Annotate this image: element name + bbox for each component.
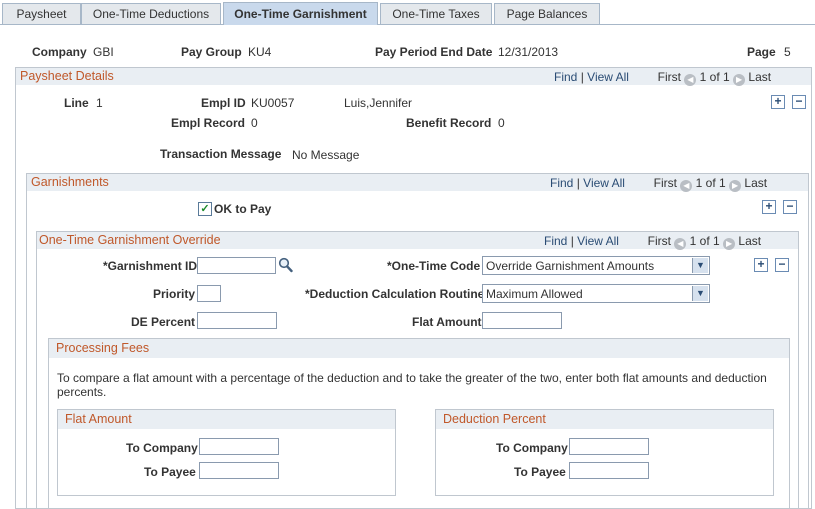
find-link[interactable]: Find — [544, 234, 567, 248]
view-all-link[interactable]: View All — [577, 234, 619, 248]
last-label: Last — [738, 234, 762, 248]
garnishments-nav: Find | View All First ◀ 1 of 1 ▶ Last — [550, 176, 768, 192]
last-label: Last — [748, 70, 772, 84]
garnishments-header: Garnishments Find | View All First ◀ 1 o… — [27, 174, 808, 192]
transaction-message-value: No Message — [292, 148, 360, 162]
find-link[interactable]: Find — [550, 176, 573, 190]
deduction-calc-routine-label: *Deduction Calculation Routine — [305, 287, 485, 301]
one-time-code-label: *One-Time Code — [387, 259, 481, 273]
priority-label: Priority — [153, 287, 196, 301]
line-label: Line — [64, 96, 89, 110]
de-percent-label: DE Percent — [131, 315, 196, 329]
pct-to-company-label: To Company — [496, 441, 568, 455]
flat-to-company-input[interactable] — [199, 438, 279, 455]
next-row-icon[interactable]: ▶ — [729, 180, 742, 192]
first-label: First — [657, 70, 681, 84]
priority-input[interactable] — [197, 285, 221, 302]
garnishments-title: Garnishments — [31, 175, 109, 189]
add-row-button[interactable]: + — [771, 95, 785, 109]
delete-garnishment-button[interactable]: − — [783, 200, 797, 214]
one-time-code-dropdown[interactable]: Override Garnishment Amounts ▼ — [482, 256, 710, 275]
page-tab-bar: Paysheet One-Time Deductions One-Time Ga… — [0, 0, 815, 25]
processing-fees-title: Processing Fees — [56, 341, 150, 355]
delete-override-button[interactable]: − — [775, 258, 789, 272]
next-row-icon[interactable]: ▶ — [733, 74, 746, 86]
previous-row-icon[interactable]: ◀ — [674, 238, 687, 250]
tab-paysheet[interactable]: Paysheet — [2, 3, 81, 24]
paysheet-nav: Find | View All First ◀ 1 of 1 ▶ Last — [554, 70, 772, 86]
flat-to-payee-label: To Payee — [144, 465, 196, 479]
view-all-link[interactable]: View All — [583, 176, 625, 190]
pay-period-end-value: 12/31/2013 — [498, 45, 559, 59]
last-label: Last — [744, 176, 768, 190]
tab-one-time-garnishment[interactable]: One-Time Garnishment — [223, 2, 378, 25]
page-number-value: 5 — [784, 45, 791, 59]
row-count: 1 of 1 — [699, 70, 730, 84]
deduction-calc-routine-value: Maximum Allowed — [486, 287, 583, 301]
deduction-percent-title: Deduction Percent — [443, 412, 546, 426]
deduction-percent-header: Deduction Percent — [436, 410, 773, 429]
garnishment-override-title: One-Time Garnishment Override — [39, 233, 221, 247]
row-count: 1 of 1 — [689, 234, 720, 248]
first-label: First — [647, 234, 671, 248]
pct-to-payee-input[interactable] — [569, 462, 649, 479]
flat-to-payee-input[interactable] — [199, 462, 279, 479]
empl-id-value: KU0057 — [251, 96, 295, 110]
employee-name: Luis,Jennifer — [344, 96, 413, 110]
tab-one-time-deductions[interactable]: One-Time Deductions — [81, 3, 221, 24]
transaction-message-label: Transaction Message — [160, 147, 282, 161]
tab-page-balances[interactable]: Page Balances — [494, 3, 600, 24]
pct-to-payee-label: To Payee — [514, 465, 566, 479]
override-nav: Find | View All First ◀ 1 of 1 ▶ Last — [544, 234, 762, 250]
ok-to-pay-label: OK to Pay — [214, 202, 272, 216]
flat-amount-header: Flat Amount — [58, 410, 395, 429]
flat-amount-title: Flat Amount — [65, 412, 132, 426]
delete-row-button[interactable]: − — [792, 95, 806, 109]
pay-period-end-label: Pay Period End Date — [375, 45, 493, 59]
benefit-record-label: Benefit Record — [406, 116, 492, 130]
add-override-button[interactable]: + — [754, 258, 768, 272]
benefit-record-value: 0 — [498, 116, 505, 130]
garnishment-id-input[interactable] — [197, 257, 276, 274]
processing-fees-instructions: To compare a flat amount with a percenta… — [57, 371, 767, 399]
tab-one-time-taxes[interactable]: One-Time Taxes — [380, 3, 492, 24]
company-label: Company — [32, 45, 87, 59]
flat-to-company-label: To Company — [126, 441, 198, 455]
previous-row-icon[interactable]: ◀ — [684, 74, 697, 86]
processing-fees-header: Processing Fees — [49, 339, 789, 358]
previous-row-icon[interactable]: ◀ — [680, 180, 693, 192]
pct-to-company-input[interactable] — [569, 438, 649, 455]
flat-amount-label: Flat Amount — [412, 315, 482, 329]
chevron-down-icon: ▼ — [692, 258, 708, 273]
page-number-label: Page — [747, 45, 776, 59]
magnifier-icon[interactable] — [278, 257, 293, 273]
paysheet-details-header: Paysheet Details Find | View All First ◀… — [16, 68, 811, 86]
paysheet-details-title: Paysheet Details — [20, 69, 114, 83]
empl-id-label: Empl ID — [201, 96, 246, 110]
de-percent-input[interactable] — [197, 312, 277, 329]
row-count: 1 of 1 — [695, 176, 726, 190]
flat-amount-input[interactable] — [482, 312, 562, 329]
empl-record-value: 0 — [251, 116, 258, 130]
company-value: GBI — [93, 45, 114, 59]
first-label: First — [653, 176, 677, 190]
deduction-calc-routine-dropdown[interactable]: Maximum Allowed ▼ — [482, 284, 710, 303]
empl-record-label: Empl Record — [171, 116, 246, 130]
ok-to-pay-checkbox[interactable]: ✓ — [198, 202, 212, 216]
find-link[interactable]: Find — [554, 70, 577, 84]
pay-group-label: Pay Group — [181, 45, 242, 59]
view-all-link[interactable]: View All — [587, 70, 629, 84]
next-row-icon[interactable]: ▶ — [723, 238, 736, 250]
chevron-down-icon: ▼ — [692, 286, 708, 301]
garnishment-override-header: One-Time Garnishment Override Find | Vie… — [37, 232, 798, 250]
line-value: 1 — [96, 96, 103, 110]
one-time-code-value: Override Garnishment Amounts — [486, 259, 655, 273]
garnishment-id-label: *Garnishment ID — [103, 259, 198, 273]
pay-group-value: KU4 — [248, 45, 272, 59]
add-garnishment-button[interactable]: + — [762, 200, 776, 214]
